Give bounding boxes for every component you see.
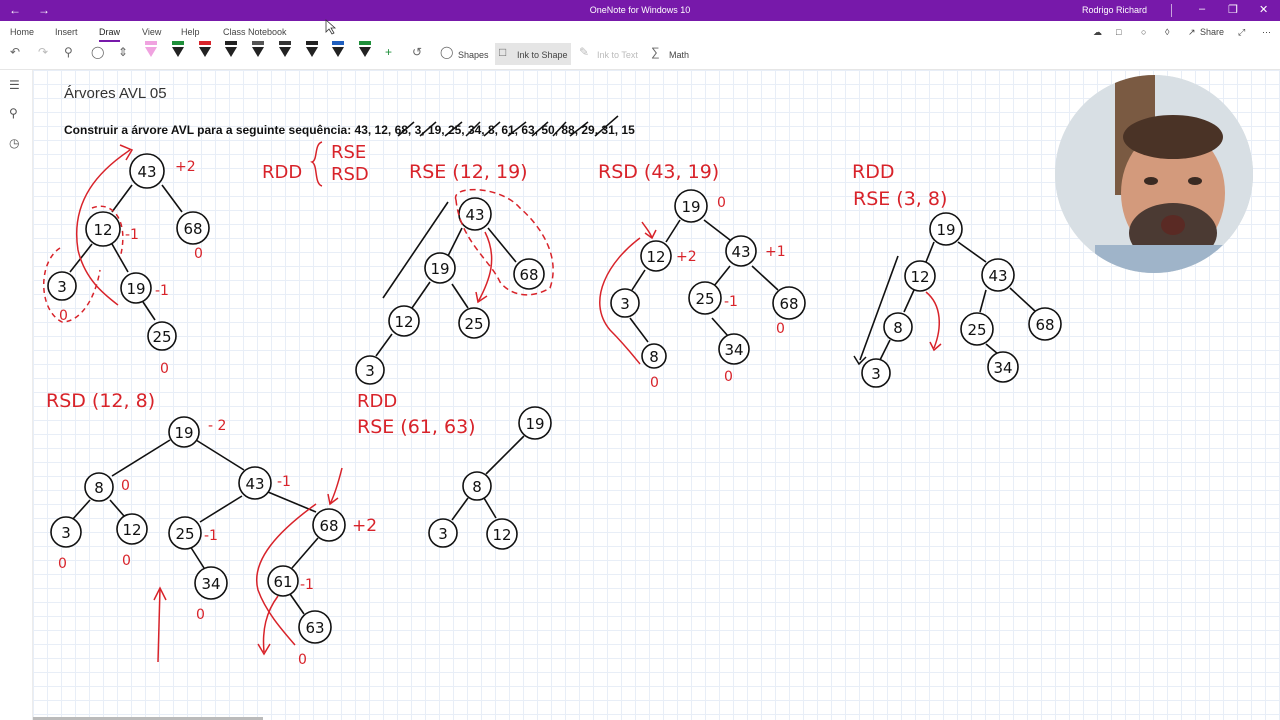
bf-label: +2 [175, 159, 196, 175]
sequence-strikethroughs [397, 115, 619, 137]
bf-label: - 2 [208, 418, 226, 434]
tree-2-node: 25 [464, 315, 483, 333]
tree-1-node: 68 [183, 220, 202, 238]
tree-5-node: 43 [245, 475, 264, 493]
tree-3-node: 25 [695, 290, 714, 308]
webcam-overlay [1055, 75, 1253, 273]
tree-5-node: 12 [122, 521, 141, 539]
tree-1 [47, 153, 210, 351]
tree-5-node: 61 [273, 573, 292, 591]
bf-label: 0 [776, 321, 785, 337]
tree-5-node: 63 [305, 619, 324, 637]
tree-5-node: 3 [61, 524, 71, 542]
bf-label: +1 [765, 244, 786, 260]
tree-4 [859, 212, 1062, 388]
bf-label: 0 [121, 478, 130, 494]
tree-1-node: 12 [93, 221, 112, 239]
tree-4-red-annotations [925, 291, 942, 352]
tree-3-node: 12 [646, 248, 665, 266]
rdd-label-3: RDD [357, 391, 397, 412]
tree-3-node: 34 [724, 341, 743, 359]
tree-4-node: 3 [871, 365, 881, 383]
mouse-cursor-icon [325, 19, 337, 35]
tree-4-node: 25 [967, 321, 986, 339]
bf-label: -1 [277, 474, 291, 490]
tree-2-node: 68 [519, 266, 538, 284]
bf-label: -1 [155, 283, 169, 299]
tree-2-node: 12 [394, 313, 413, 331]
tree-6-node: 19 [525, 415, 544, 433]
bf-label: -1 [724, 294, 738, 310]
tree-4-node: 12 [910, 268, 929, 286]
tree-3-node: 19 [681, 198, 700, 216]
brace-shape [310, 141, 323, 187]
bf-label: 0 [196, 607, 205, 623]
bf-label: 0 [160, 361, 169, 377]
tree-2-node: 3 [365, 362, 375, 380]
bf-label: +2 [352, 516, 377, 536]
tree-2 [355, 197, 545, 385]
tree-4-node: 8 [893, 319, 903, 337]
tree-3 [610, 189, 806, 369]
bf-label: 0 [194, 246, 203, 262]
rdd-label: RDD [262, 162, 302, 183]
rse-61-63-label: RSE (61, 63) [357, 416, 476, 438]
tree-5-node: 68 [319, 517, 338, 535]
tree-3-node: 68 [779, 295, 798, 313]
bf-label: 0 [717, 195, 726, 211]
tree-5-node: 34 [201, 575, 220, 593]
tree-1-node: 3 [57, 278, 67, 296]
bf-label: -1 [125, 227, 139, 243]
rse-label: RSE [331, 142, 366, 163]
bf-label: 0 [650, 375, 659, 391]
tree-1-node: 43 [137, 163, 156, 181]
bf-label: 0 [58, 556, 67, 572]
tree-3-node: 43 [731, 243, 750, 261]
bf-label: 0 [59, 308, 68, 324]
bf-label: 0 [724, 369, 733, 385]
bf-label: -1 [204, 528, 218, 544]
tree-2-node: 43 [465, 206, 484, 224]
tree-5-node: 8 [94, 479, 104, 497]
bf-label: +2 [676, 249, 697, 265]
tree-3-node: 3 [620, 295, 630, 313]
tree-1-node: 25 [152, 328, 171, 346]
bf-label: 0 [122, 553, 131, 569]
rse-3-8-label: RSE (3, 8) [853, 188, 947, 210]
tree-6-node: 3 [438, 525, 448, 543]
rsd-43-19-label: RSD (43, 19) [598, 161, 719, 183]
tree-4-node: 19 [936, 221, 955, 239]
tree-2-node: 19 [430, 260, 449, 278]
bf-label: 0 [298, 652, 307, 668]
rse-12-19-label: RSE (12, 19) [409, 161, 528, 183]
tree-4-node: 43 [988, 267, 1007, 285]
rdd-label-2: RDD [852, 161, 894, 183]
tree-6-node: 12 [492, 526, 511, 544]
tree-6-node: 8 [472, 478, 482, 496]
rsd-label: RSD [331, 164, 369, 185]
bf-label: -1 [300, 577, 314, 593]
tree-4-node: 68 [1035, 316, 1054, 334]
tree-5-node: 19 [174, 424, 193, 442]
tree-1-node: 19 [126, 280, 145, 298]
presenter-face-image [1055, 75, 1253, 273]
tree-3-node: 8 [649, 348, 659, 366]
rsd-12-8-label: RSD (12, 8) [46, 390, 155, 412]
tree-4-node: 34 [993, 359, 1012, 377]
tree-5-node: 25 [175, 525, 194, 543]
